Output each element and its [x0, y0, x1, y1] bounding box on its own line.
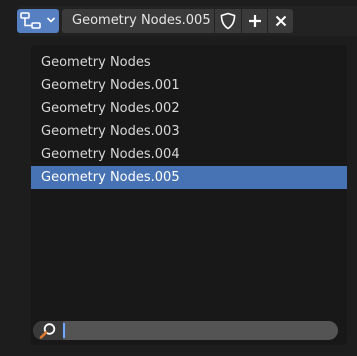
text-cursor: [63, 323, 65, 338]
datablock-name-field[interactable]: Geometry Nodes.005: [62, 9, 214, 33]
list-item[interactable]: Geometry Nodes.001: [31, 74, 347, 97]
datablock-dropdown: Geometry Nodes Geometry Nodes.001 Geomet…: [31, 45, 347, 345]
list-item[interactable]: Geometry Nodes.002: [31, 97, 347, 120]
browse-datablock-button[interactable]: [17, 9, 59, 33]
datablock-list: Geometry Nodes Geometry Nodes.001 Geomet…: [31, 51, 347, 189]
plus-icon: [248, 15, 261, 27]
list-item-selected[interactable]: Geometry Nodes.005: [31, 166, 347, 189]
list-item[interactable]: Geometry Nodes.003: [31, 120, 347, 143]
search-field[interactable]: [33, 321, 338, 340]
chevron-down-icon: [46, 17, 56, 23]
new-datablock-button[interactable]: [242, 9, 267, 33]
node-tree-icon: [20, 12, 41, 29]
unlink-datablock-button[interactable]: [268, 9, 293, 33]
datablock-name: Geometry Nodes.005: [72, 13, 211, 28]
window: Geometry Nodes.005 Geometry Nodes Geomet…: [0, 0, 357, 356]
list-item[interactable]: Geometry Nodes.004: [31, 143, 347, 166]
list-item[interactable]: Geometry Nodes: [31, 51, 347, 74]
search-input[interactable]: [67, 321, 332, 340]
close-icon: [275, 15, 286, 27]
search-icon: [39, 323, 56, 339]
fake-user-button[interactable]: [215, 9, 241, 33]
search-icon-box: [33, 321, 63, 340]
shield-icon: [220, 12, 236, 30]
